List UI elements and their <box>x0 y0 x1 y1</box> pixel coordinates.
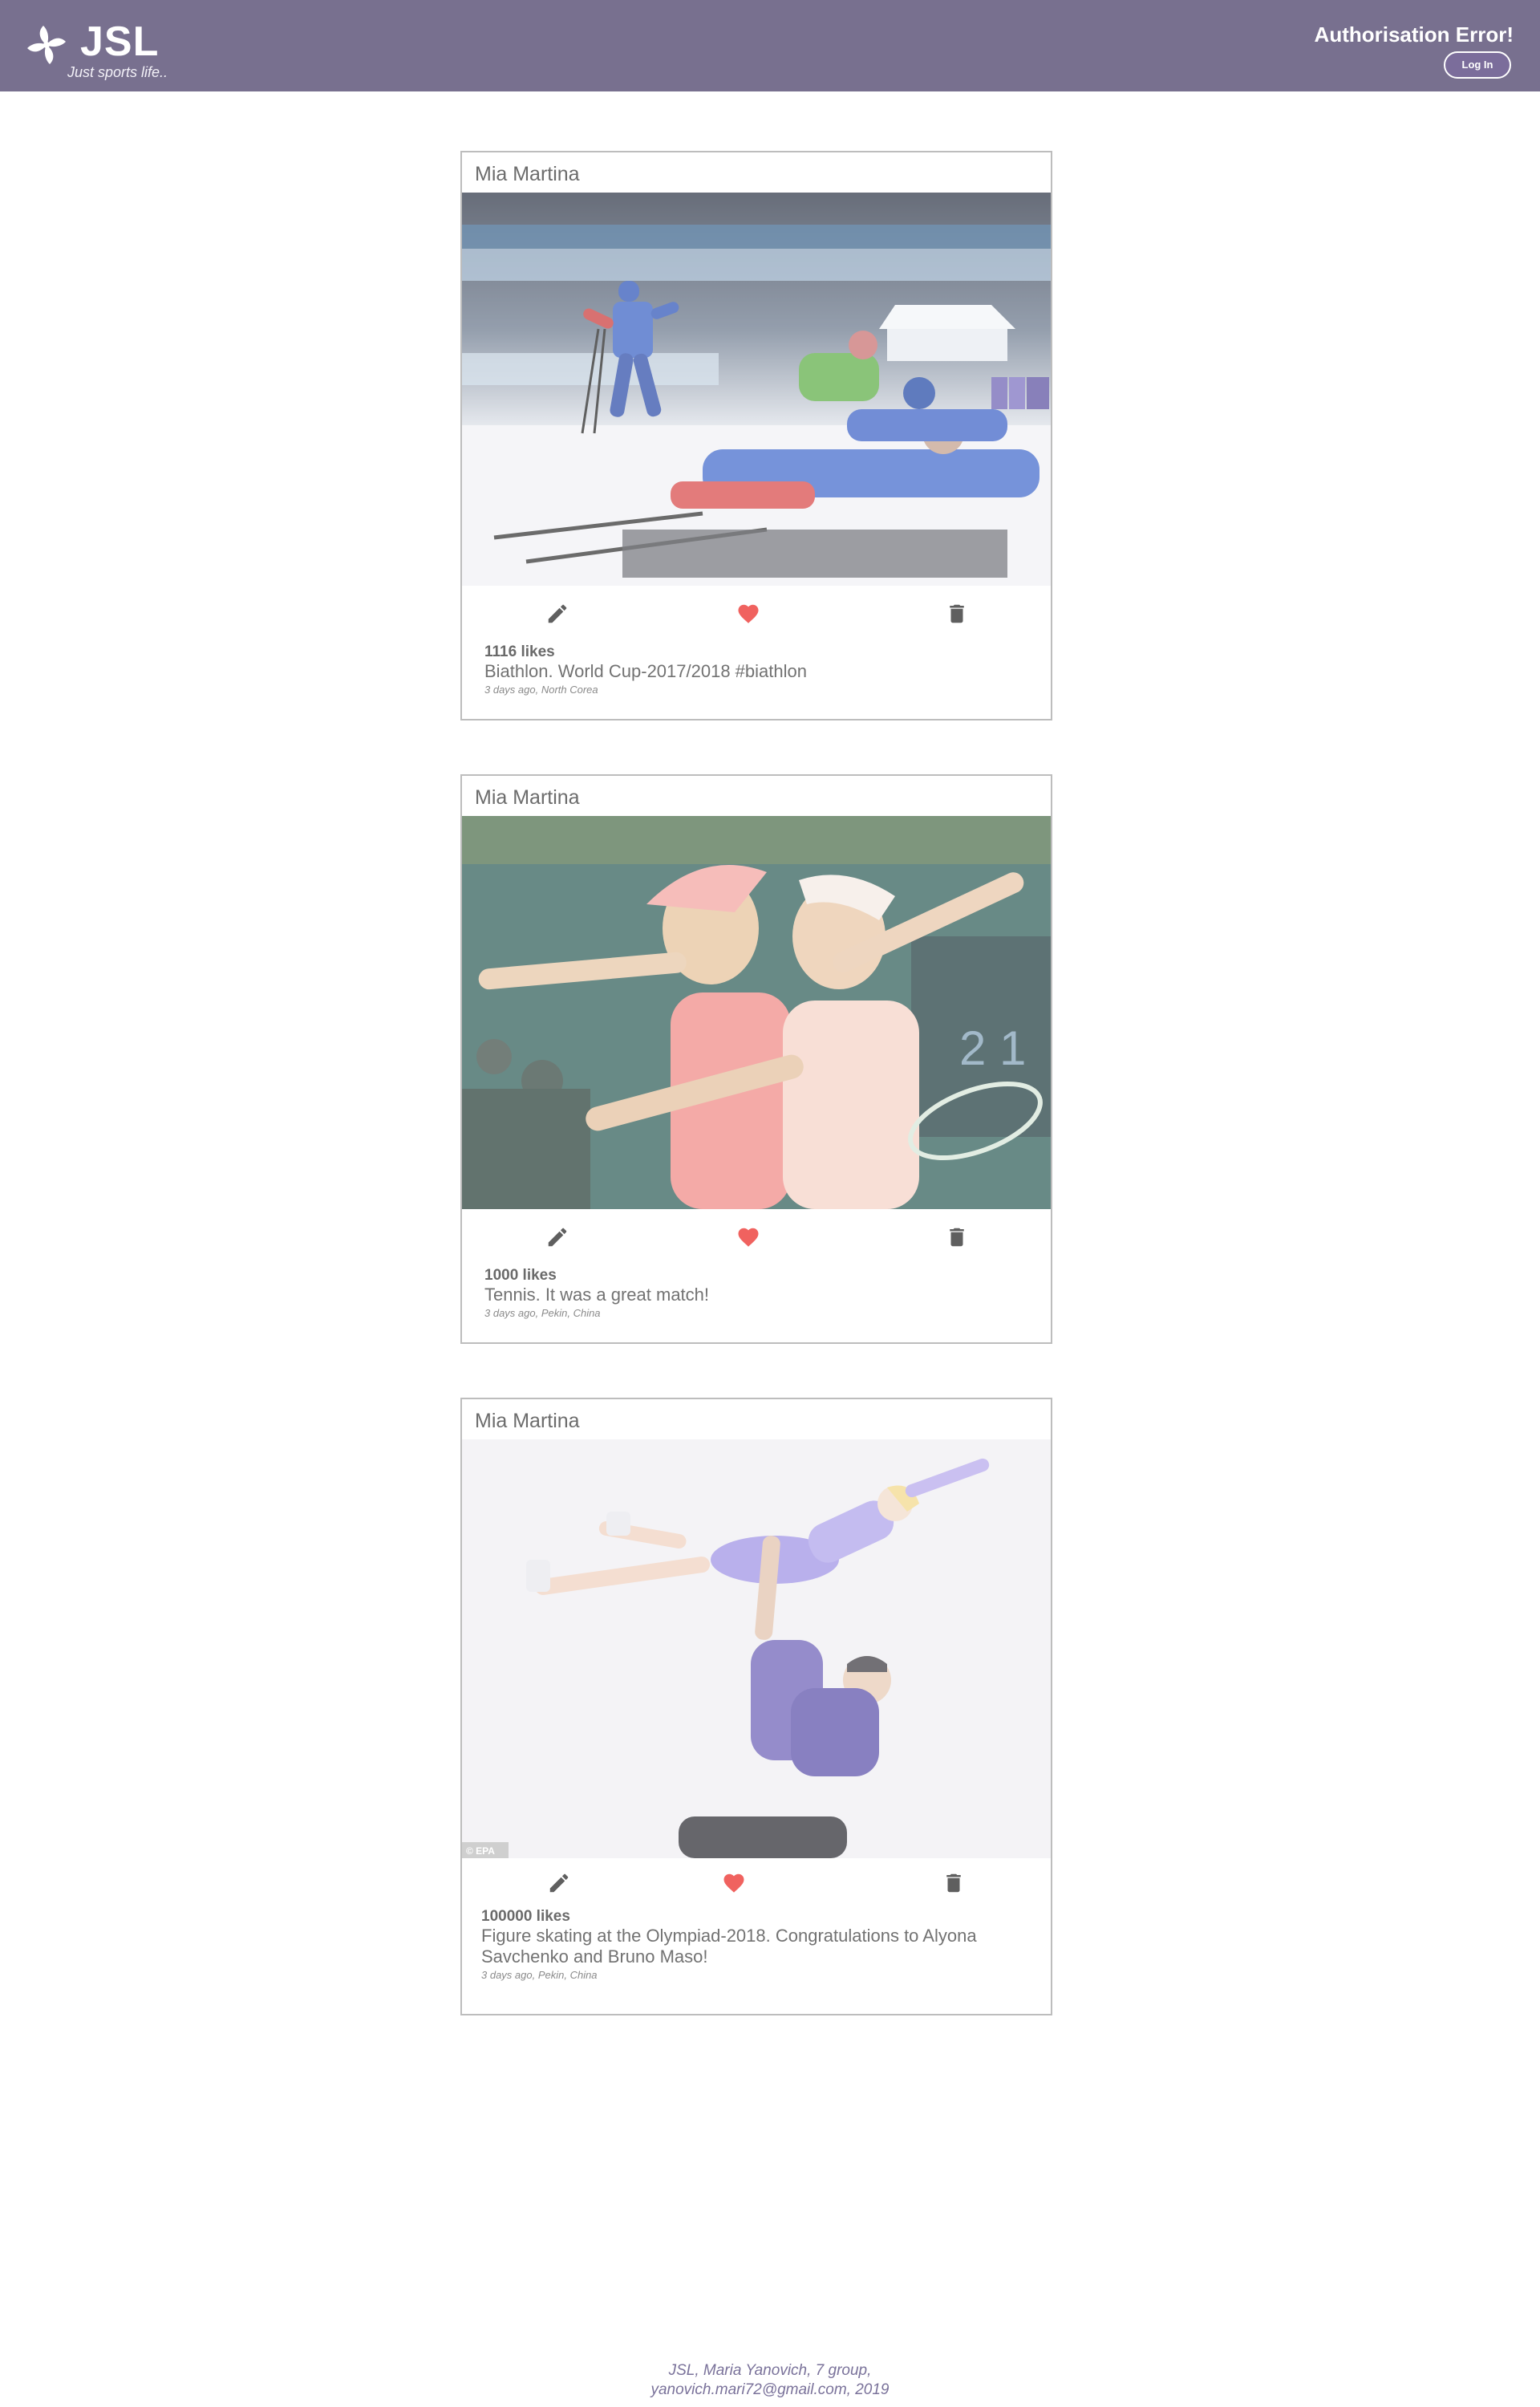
post-caption: Tennis. It was a great match! <box>484 1285 710 1305</box>
site-footer: JSL, Maria Yanovich, 7 group, yanovich.m… <box>0 2361 1540 2400</box>
post-author: Mia Martina <box>475 786 580 809</box>
site-header: JSL Just sports life.. Authorisation Err… <box>0 0 1540 91</box>
pencil-icon[interactable] <box>545 602 569 626</box>
post-meta: 3 days ago, Pekin, China <box>484 1307 601 1319</box>
post-photo[interactable] <box>462 193 1051 586</box>
footer-credits: JSL, Maria Yanovich, 7 group, <box>668 2362 872 2379</box>
trash-icon[interactable] <box>945 1225 969 1249</box>
post-card: Mia Martina 1116 likes Biathlon. World C… <box>460 151 1052 720</box>
post-caption: Figure skating at the Olympiad-2018. Con… <box>481 1926 977 1967</box>
post-actions <box>462 586 1051 643</box>
pinwheel-icon <box>27 26 66 64</box>
auth-error-message: Authorisation Error! <box>1314 22 1514 47</box>
post-actions <box>462 1209 1051 1267</box>
post-meta: 3 days ago, North Corea <box>484 684 598 696</box>
post-caption: Biathlon. World Cup-2017/2018 #biathlon <box>484 661 807 681</box>
pencil-icon[interactable] <box>545 1225 569 1249</box>
post-author: Mia Martina <box>475 163 580 185</box>
trash-icon[interactable] <box>942 1871 966 1895</box>
heart-icon[interactable] <box>722 1871 746 1895</box>
logo-text: JSL <box>80 18 160 65</box>
pencil-icon[interactable] <box>547 1871 571 1895</box>
likes-count: 100000 likes <box>481 1908 570 1925</box>
likes-count: 1116 likes <box>484 643 555 660</box>
site-logo[interactable]: JSL Just sports life.. <box>26 18 186 85</box>
post-card: Mia Martina 2 1 1000 likes Tennis. It wa… <box>460 774 1052 1344</box>
post-meta: 3 days ago, Pekin, China <box>481 1969 598 1981</box>
post-actions <box>462 1858 1051 1908</box>
heart-icon[interactable] <box>736 602 760 626</box>
login-button[interactable]: Log In <box>1444 51 1511 79</box>
post-author: Mia Martina <box>475 1410 580 1432</box>
post-photo[interactable]: © EPA <box>462 1439 1051 1858</box>
footer-contact: yanovich.mari72@gmail.com, 2019 <box>650 2381 890 2398</box>
logo-tagline: Just sports life.. <box>67 64 168 80</box>
heart-icon[interactable] <box>736 1225 760 1249</box>
trash-icon[interactable] <box>945 602 969 626</box>
post-card: Mia Martina © EPA 100000 likes Figure sk… <box>460 1398 1052 2015</box>
likes-count: 1000 likes <box>484 1267 557 1284</box>
post-photo[interactable]: 2 1 <box>462 816 1051 1209</box>
